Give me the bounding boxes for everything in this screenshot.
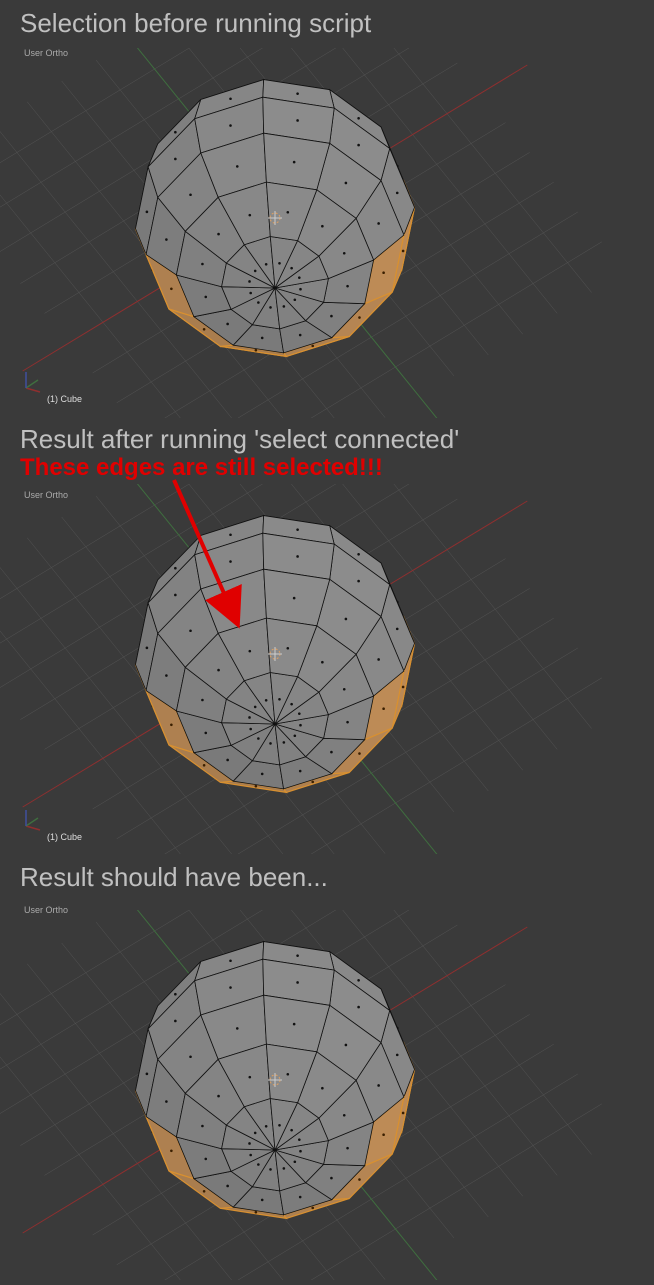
viewport-2 — [0, 484, 654, 854]
viewport-3 — [0, 910, 654, 1280]
object-label-2: (1) Cube — [47, 832, 82, 842]
warning-text: These edges are still selected!!! — [20, 454, 383, 482]
axis-gizmo-1 — [20, 370, 44, 394]
axis-gizmo-2 — [20, 808, 44, 832]
title-expected: Result should have been... — [20, 862, 328, 893]
object-label-1: (1) Cube — [47, 394, 82, 404]
viewport-1 — [0, 48, 654, 418]
title-before: Selection before running script — [20, 8, 371, 39]
title-after: Result after running 'select connected' — [20, 424, 459, 455]
